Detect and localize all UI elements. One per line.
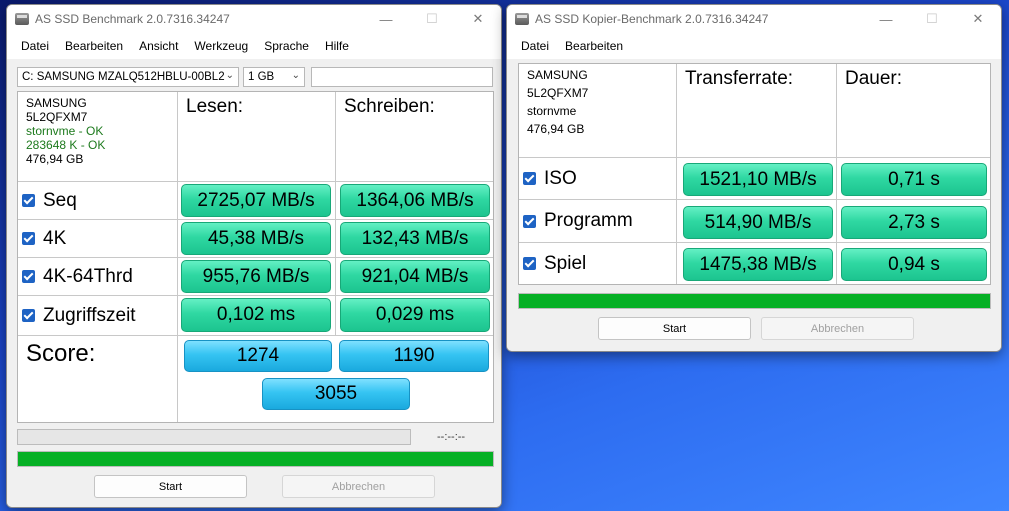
4k-read-value: 45,38 MB/s bbox=[181, 222, 331, 255]
chevron-down-icon: ⌄ bbox=[225, 70, 234, 81]
abort-button[interactable]: Abbrechen bbox=[282, 475, 435, 498]
copy-results-grid: SAMSUNG 5L2QFXM7 stornvme 476,94 GB Tran… bbox=[518, 63, 991, 285]
menu-bar: Datei Bearbeiten bbox=[507, 33, 1001, 59]
maximize-icon[interactable]: ☐ bbox=[409, 5, 455, 33]
row-seq: Seq bbox=[18, 182, 178, 220]
drive-capacity: 476,94 GB bbox=[527, 122, 585, 136]
copy-progress-bar bbox=[518, 293, 991, 309]
minimize-icon[interactable]: — bbox=[863, 5, 909, 33]
duration-header: Dauer: bbox=[837, 64, 990, 158]
write-header: Schreiben: bbox=[336, 92, 493, 182]
4k-write-value: 132,43 MB/s bbox=[340, 222, 490, 255]
benchmark-client-area: C: SAMSUNG MZALQ512HBLU-00BL2 ⌄ 1 GB ⌄ S… bbox=[7, 59, 501, 507]
window-title: AS SSD Benchmark 2.0.7316.34247 bbox=[35, 12, 230, 26]
minimize-icon[interactable]: — bbox=[363, 5, 409, 33]
seq-write-value: 1364,06 MB/s bbox=[340, 184, 490, 217]
seq-read-value: 2725,07 MB/s bbox=[181, 184, 331, 217]
4k-64thrd-label: 4K-64Thrd bbox=[43, 265, 133, 287]
chevron-down-icon: ⌄ bbox=[291, 70, 300, 81]
menu-werkzeug[interactable]: Werkzeug bbox=[186, 39, 256, 53]
4k-checkbox[interactable] bbox=[22, 232, 35, 245]
maximize-icon[interactable]: ☐ bbox=[909, 5, 955, 33]
results-grid: SAMSUNG 5L2QFXM7 stornvme - OK 283648 K … bbox=[17, 91, 494, 423]
title-bar[interactable]: AS SSD Benchmark 2.0.7316.34247 — ☐ ✕ bbox=[7, 5, 501, 33]
window-title: AS SSD Kopier-Benchmark 2.0.7316.34247 bbox=[535, 12, 769, 26]
copy-progress-fill bbox=[519, 294, 990, 308]
programm-checkbox[interactable] bbox=[523, 214, 536, 228]
access-time-checkbox[interactable] bbox=[22, 309, 35, 322]
row-programm: Programm bbox=[519, 200, 677, 243]
drive-info-panel: SAMSUNG 5L2QFXM7 stornvme 476,94 GB bbox=[519, 64, 677, 158]
start-button[interactable]: Start bbox=[598, 317, 751, 340]
total-progress-fill bbox=[18, 452, 493, 466]
access-time-read-value: 0,102 ms bbox=[181, 298, 331, 332]
elapsed-time: --:--:-- bbox=[437, 431, 466, 443]
title-bar[interactable]: AS SSD Kopier-Benchmark 2.0.7316.34247 —… bbox=[507, 5, 1001, 33]
start-button[interactable]: Start bbox=[94, 475, 247, 498]
seq-label: Seq bbox=[43, 189, 77, 211]
drive-model: SAMSUNG bbox=[26, 96, 87, 110]
menu-hilfe[interactable]: Hilfe bbox=[317, 39, 357, 53]
seq-checkbox[interactable] bbox=[22, 194, 35, 207]
row-access-time: Zugriffszeit bbox=[18, 296, 178, 336]
score-write: 1190 bbox=[339, 340, 489, 372]
alignment-status: 283648 K - OK bbox=[26, 138, 106, 152]
close-icon[interactable]: ✕ bbox=[955, 5, 1001, 33]
drive-capacity: 476,94 GB bbox=[26, 152, 84, 166]
menu-bearbeiten[interactable]: Bearbeiten bbox=[57, 39, 131, 53]
menu-datei[interactable]: Datei bbox=[13, 39, 57, 53]
copy-client-area: SAMSUNG 5L2QFXM7 stornvme 476,94 GB Tran… bbox=[507, 59, 1001, 351]
access-time-label: Zugriffszeit bbox=[43, 304, 136, 326]
iso-checkbox[interactable] bbox=[523, 172, 536, 185]
close-icon[interactable]: ✕ bbox=[455, 5, 501, 33]
access-time-write-value: 0,029 ms bbox=[340, 298, 490, 332]
transfer-rate-header: Transferrate: bbox=[677, 64, 837, 158]
drive-firmware: 5L2QFXM7 bbox=[527, 86, 589, 100]
row-iso: ISO bbox=[519, 158, 677, 200]
status-input[interactable] bbox=[311, 67, 493, 87]
row-4k-64thrd: 4K-64Thrd bbox=[18, 258, 178, 296]
benchmark-window: AS SSD Benchmark 2.0.7316.34247 — ☐ ✕ Da… bbox=[6, 4, 502, 508]
spiel-checkbox[interactable] bbox=[523, 257, 536, 270]
4k-64thrd-write-value: 921,04 MB/s bbox=[340, 260, 490, 293]
app-drive-icon bbox=[15, 13, 29, 25]
programm-duration-value: 2,73 s bbox=[841, 206, 987, 239]
abort-button[interactable]: Abbrechen bbox=[761, 317, 914, 340]
drive-select-value: C: SAMSUNG MZALQ512HBLU-00BL2 bbox=[22, 71, 225, 83]
programm-rate-value: 514,90 MB/s bbox=[683, 206, 833, 239]
menu-datei[interactable]: Datei bbox=[513, 39, 557, 53]
row-spiel: Spiel bbox=[519, 243, 677, 284]
menu-sprache[interactable]: Sprache bbox=[256, 39, 317, 53]
copy-benchmark-window: AS SSD Kopier-Benchmark 2.0.7316.34247 —… bbox=[506, 4, 1002, 352]
total-progress-bar bbox=[17, 451, 494, 467]
score-total: 3055 bbox=[262, 378, 410, 410]
menu-bearbeiten[interactable]: Bearbeiten bbox=[557, 39, 631, 53]
size-select[interactable]: 1 GB ⌄ bbox=[243, 67, 305, 87]
menu-ansicht[interactable]: Ansicht bbox=[131, 39, 186, 53]
menu-bar: Datei Bearbeiten Ansicht Werkzeug Sprach… bbox=[7, 33, 501, 59]
current-progress-bar bbox=[17, 429, 411, 445]
spiel-rate-value: 1475,38 MB/s bbox=[683, 248, 833, 281]
4k-64thrd-read-value: 955,76 MB/s bbox=[181, 260, 331, 293]
iso-label: ISO bbox=[544, 167, 577, 189]
4k-label: 4K bbox=[43, 227, 67, 249]
drive-model: SAMSUNG bbox=[527, 68, 588, 82]
app-drive-icon bbox=[515, 13, 529, 25]
size-select-value: 1 GB bbox=[248, 71, 275, 83]
driver-name: stornvme bbox=[527, 104, 577, 118]
spiel-label: Spiel bbox=[544, 252, 587, 274]
read-header: Lesen: bbox=[178, 92, 336, 182]
score-read: 1274 bbox=[184, 340, 332, 372]
drive-firmware: 5L2QFXM7 bbox=[26, 110, 88, 124]
iso-rate-value: 1521,10 MB/s bbox=[683, 163, 833, 196]
drive-select[interactable]: C: SAMSUNG MZALQ512HBLU-00BL2 ⌄ bbox=[17, 67, 239, 87]
4k-64thrd-checkbox[interactable] bbox=[22, 270, 35, 283]
driver-status: stornvme - OK bbox=[26, 124, 104, 138]
row-4k: 4K bbox=[18, 220, 178, 258]
spiel-duration-value: 0,94 s bbox=[841, 248, 987, 281]
programm-label: Programm bbox=[544, 210, 633, 231]
score-label: Score: bbox=[18, 336, 178, 422]
drive-info-panel: SAMSUNG 5L2QFXM7 stornvme - OK 283648 K … bbox=[18, 92, 178, 182]
iso-duration-value: 0,71 s bbox=[841, 163, 987, 196]
